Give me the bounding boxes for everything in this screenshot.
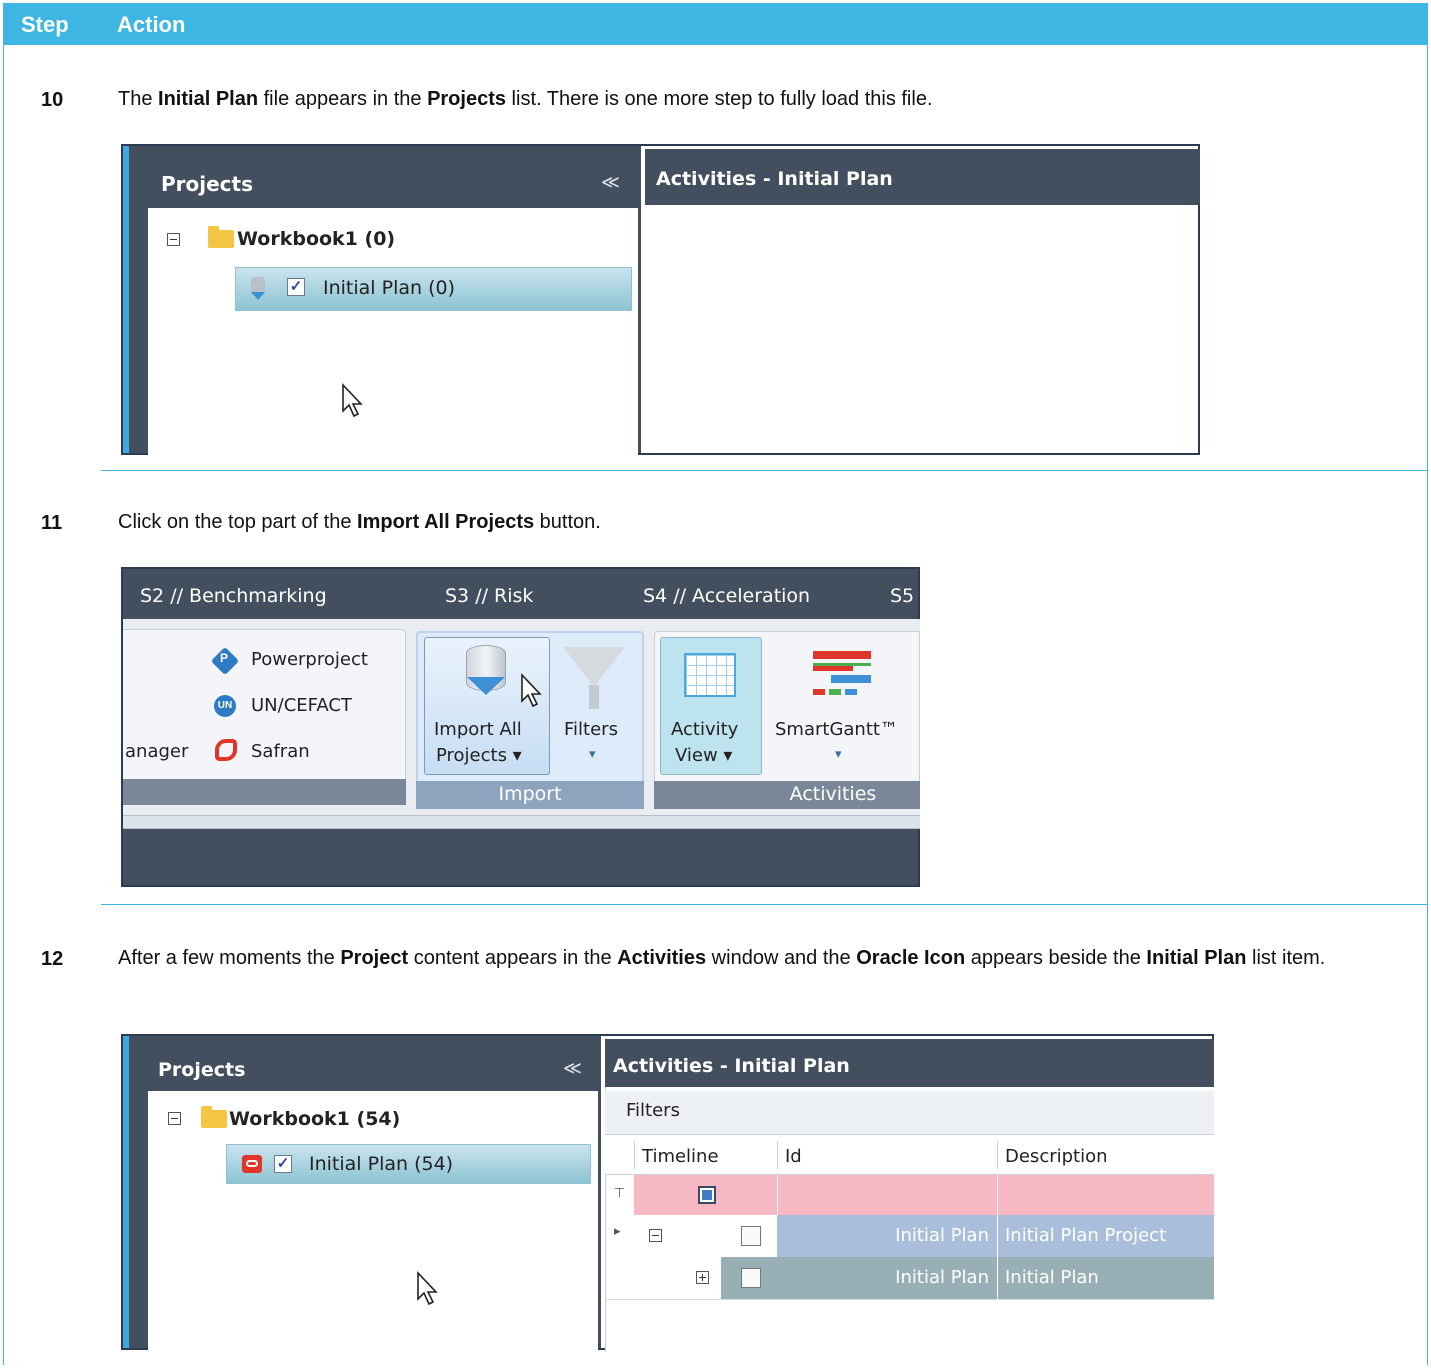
safran-button[interactable]: Safran: [251, 741, 310, 762]
row-description: Initial Plan: [1005, 1267, 1099, 1288]
step-instruction: The Initial Plan file appears in the Pro…: [118, 88, 933, 110]
header-step: Step: [21, 12, 69, 37]
collapse-icon[interactable]: ≪: [563, 1058, 582, 1079]
step-instruction: Click on the top part of the Import All …: [118, 511, 601, 533]
step-row-12: 12 After a few moments the Project conte…: [3, 905, 1428, 1365]
column-header-description[interactable]: Description: [1005, 1146, 1108, 1167]
filter-icon: ⊤: [614, 1186, 626, 1201]
database-icon: [251, 277, 265, 293]
step-number: 10: [41, 89, 64, 111]
funnel-icon: [563, 647, 625, 687]
import-group-label: Import: [498, 783, 562, 805]
collapse-tree-icon[interactable]: [168, 1112, 181, 1125]
activity-view-label-2: View ▾: [675, 745, 733, 766]
step-instruction: After a few moments the Project content …: [118, 947, 1326, 969]
plan-label[interactable]: Initial Plan (0): [323, 277, 455, 299]
uncefact-button[interactable]: UN/CEFACT: [251, 695, 352, 716]
row-id: Initial Plan: [895, 1267, 989, 1288]
filters-button[interactable]: Filters: [564, 719, 618, 740]
smartgantt-icon: [813, 651, 871, 697]
filters-toolbar-button[interactable]: Filters: [626, 1100, 680, 1121]
safran-icon: [215, 739, 237, 761]
step-row-11: 11 Click on the top part of the Import A…: [3, 471, 1428, 905]
column-header-id[interactable]: Id: [785, 1146, 802, 1167]
tab-s5[interactable]: S5: [890, 585, 914, 607]
procedure-table: Step Action 10 The Initial Plan file app…: [3, 3, 1428, 1365]
activities-group-label: Activities: [789, 783, 877, 805]
filter-row[interactable]: [634, 1175, 1214, 1215]
import-arrow-icon: [467, 677, 505, 695]
table-header: Step Action: [3, 3, 1428, 45]
activities-panel-title: Activities - Initial Plan: [656, 168, 893, 190]
row-description: Initial Plan Project: [1005, 1225, 1167, 1246]
activities-panel-title: Activities - Initial Plan: [613, 1055, 850, 1077]
loaded-projects-screenshot: Projects ≪ Workbook1 (54) ✓ Initial Plan…: [121, 1034, 1214, 1352]
tab-benchmarking[interactable]: S2 // Benchmarking: [140, 585, 327, 607]
collapse-row-icon[interactable]: [649, 1229, 662, 1242]
smartgantt-dropdown-icon[interactable]: ▾: [835, 747, 842, 762]
workbook-node[interactable]: Workbook1 (0): [237, 228, 395, 250]
manager-button-cut[interactable]: anager: [125, 741, 188, 762]
collapse-icon[interactable]: ≪: [601, 172, 620, 193]
row-id: Initial Plan: [895, 1225, 989, 1246]
plan-checkbox[interactable]: ✓: [287, 278, 305, 296]
column-header-timeline[interactable]: Timeline: [642, 1146, 719, 1167]
import-arrow-icon: [251, 292, 265, 300]
import-all-label-1: Import All: [434, 719, 522, 740]
projects-panel-title: Projects: [161, 172, 254, 196]
tab-risk[interactable]: S3 // Risk: [445, 585, 533, 607]
oracle-icon: [242, 1155, 262, 1173]
plan-label[interactable]: Initial Plan (54): [309, 1153, 453, 1175]
uncefact-icon: UN: [214, 695, 236, 717]
step-row-10: 10 The Initial Plan file appears in the …: [3, 45, 1428, 471]
plan-checkbox[interactable]: ✓: [274, 1155, 292, 1173]
powerproject-button[interactable]: Powerproject: [251, 649, 368, 670]
folder-icon: [208, 226, 234, 248]
row-checkbox[interactable]: [741, 1226, 761, 1246]
expand-row-icon[interactable]: [696, 1271, 709, 1284]
folder-icon: [201, 1106, 227, 1128]
filter-checkbox[interactable]: [698, 1186, 716, 1204]
tab-acceleration[interactable]: S4 // Acceleration: [643, 585, 810, 607]
header-action: Action: [117, 12, 186, 37]
row-expand-arrow-icon[interactable]: ▸: [614, 1224, 621, 1239]
activity-view-label-1: Activity: [671, 719, 739, 740]
ribbon-screenshot: S2 // Benchmarking S3 // Risk S4 // Acce…: [121, 567, 920, 887]
projects-screenshot: Projects ≪ Workbook1 (0) ✓ Initial Plan …: [121, 144, 1200, 457]
import-all-label-2: Projects ▾: [436, 745, 522, 766]
step-number: 12: [41, 948, 64, 970]
row-checkbox[interactable]: [741, 1268, 761, 1288]
collapse-tree-icon[interactable]: [167, 233, 180, 246]
smartgantt-button[interactable]: SmartGantt™: [775, 719, 898, 740]
grid-icon: [684, 653, 736, 697]
step-number: 11: [41, 512, 63, 534]
projects-panel-title: Projects: [158, 1059, 246, 1081]
filters-dropdown-icon[interactable]: ▾: [589, 747, 596, 762]
workbook-node[interactable]: Workbook1 (54): [229, 1108, 400, 1130]
